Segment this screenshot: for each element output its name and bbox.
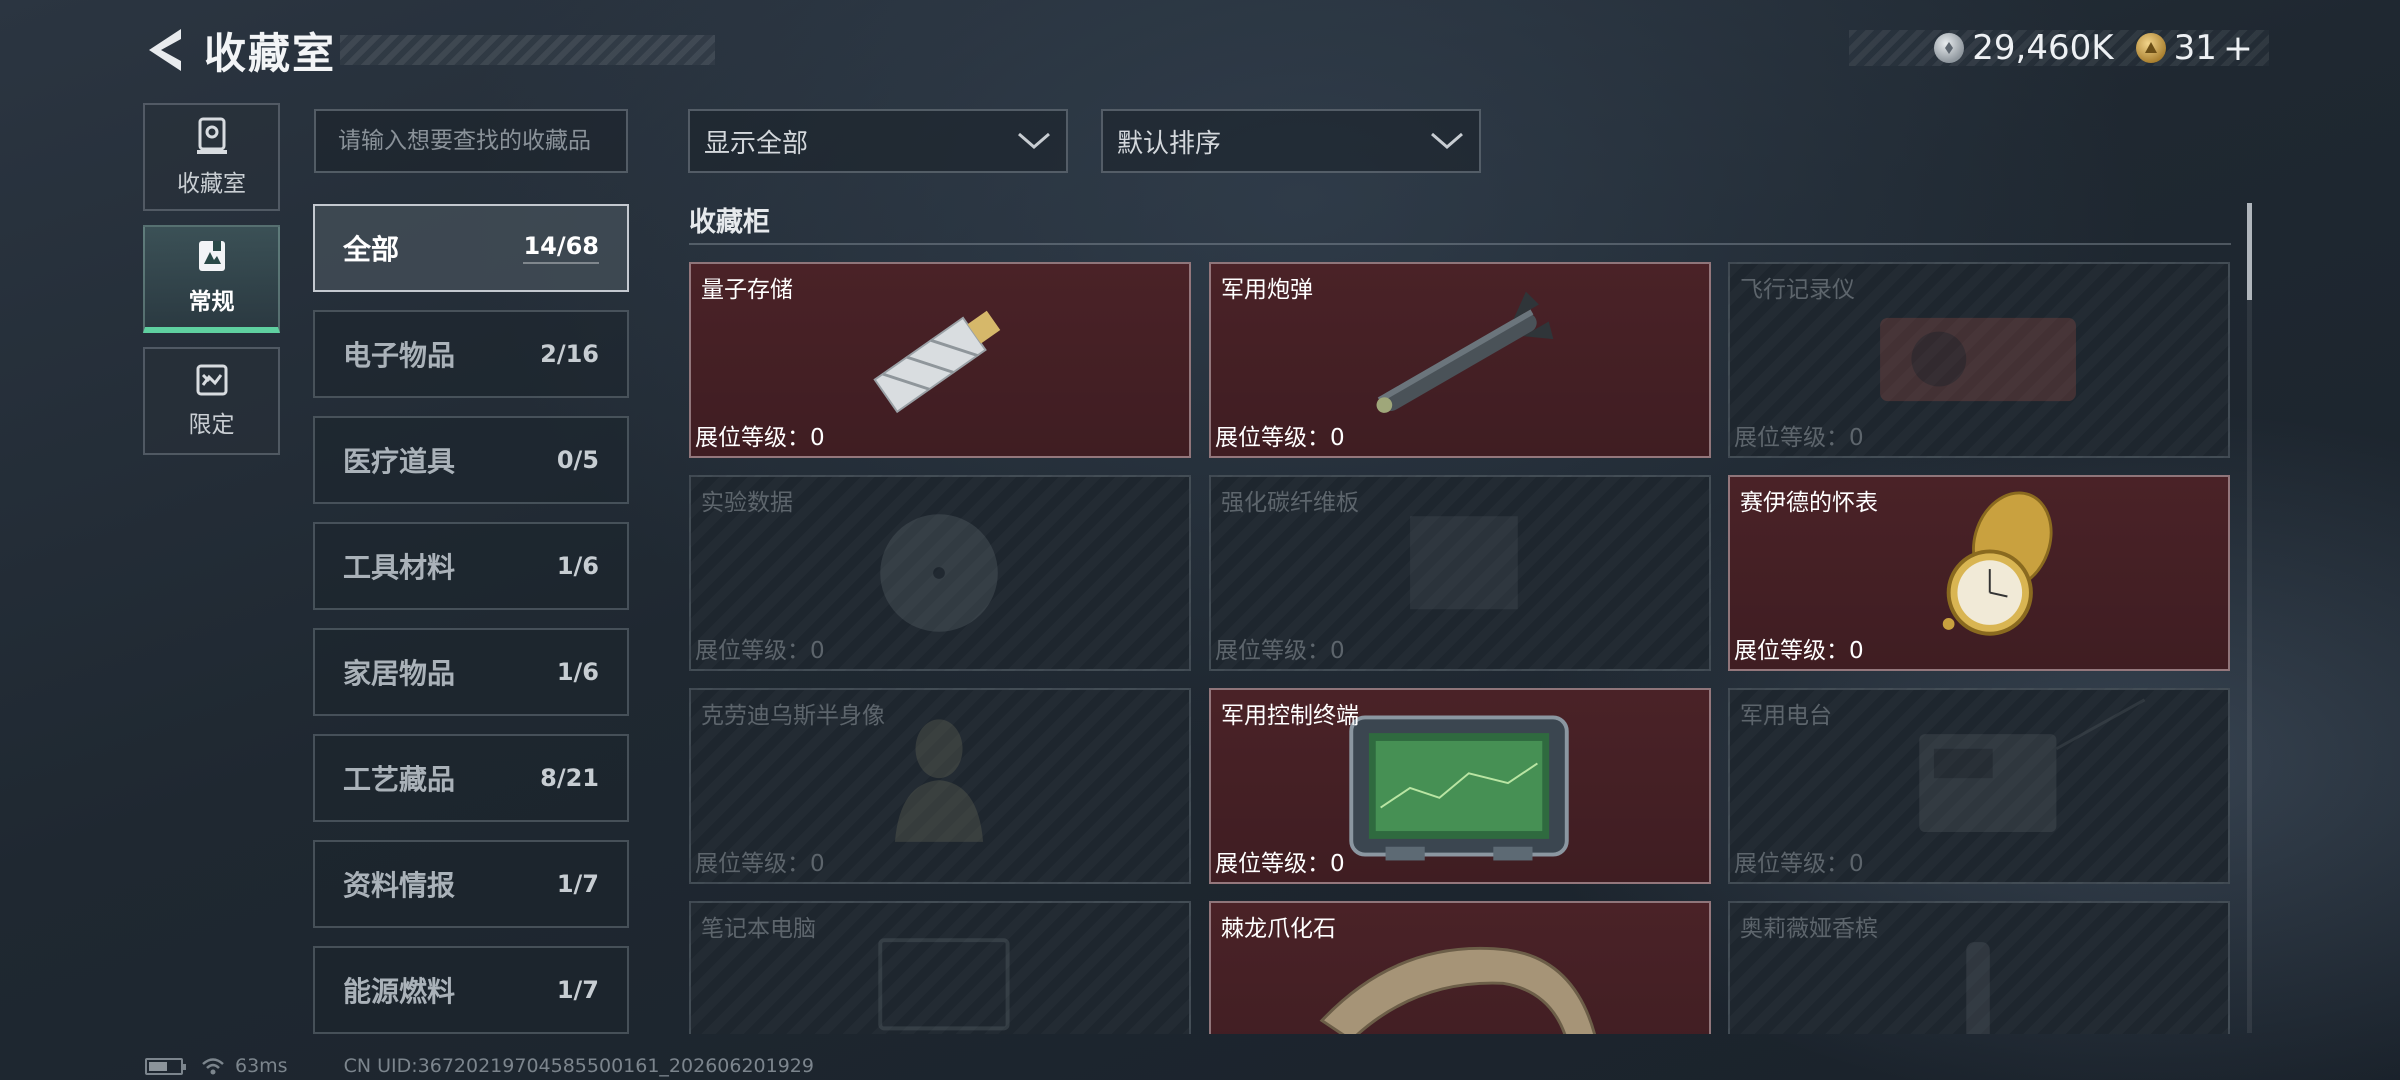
- category-name: 工艺藏品: [343, 763, 456, 796]
- category-count: 14/68: [523, 232, 599, 264]
- item-name: 军用电台: [1740, 703, 1832, 729]
- category-name: 电子物品: [343, 339, 456, 372]
- back-button[interactable]: [140, 20, 190, 80]
- collection-item-experiment-data[interactable]: 实验数据 展位等级：0: [689, 475, 1191, 671]
- category-list: 全部 14/68 电子物品 2/16 医疗道具 0/5 工具材料 1/6 家居物…: [313, 204, 629, 1052]
- nav-tab-collection-room[interactable]: 收藏室: [143, 103, 280, 211]
- currency-bar: 29,460K 31 +: [1849, 28, 2269, 69]
- sort-dropdown[interactable]: 默认排序: [1101, 109, 1481, 173]
- scrollbar-thumb[interactable]: [2247, 203, 2252, 300]
- nav-label: 限定: [188, 412, 235, 438]
- ping-value: 63ms: [235, 1055, 288, 1077]
- silver-coin-icon: [1934, 33, 1965, 63]
- category-count: 1/6: [556, 658, 599, 686]
- category-intel[interactable]: 资料情报 1/7: [313, 840, 629, 928]
- collection-item-pocket-watch[interactable]: 赛伊德的怀表 展位等级：0: [1728, 475, 2230, 671]
- collection-grid: 量子存储 展位等级：0 军用炮弹 展位等级：0 飞行记录仪 展位等级：0 实验数…: [689, 262, 2230, 1034]
- uid-text: CN UID:3672021970458550​0161_20260620192…: [343, 1055, 814, 1077]
- status-footer: 63ms CN UID:3672021970458550​0161_202606…: [145, 1054, 814, 1078]
- category-count: 8/21: [540, 764, 599, 792]
- category-electronics[interactable]: 电子物品 2/16: [313, 310, 629, 398]
- category-count: 1/7: [556, 976, 599, 1004]
- chevron-down-icon: [1431, 132, 1463, 149]
- item-level: 展位等级：0: [695, 425, 825, 451]
- section-divider: [689, 243, 2231, 245]
- gold-value: 31: [2173, 28, 2217, 68]
- item-level: 展位等级：0: [1734, 638, 1864, 664]
- category-name: 医疗道具: [343, 445, 456, 478]
- silver-value: 29,460K: [1972, 28, 2114, 68]
- add-currency-button[interactable]: +: [2223, 28, 2253, 69]
- item-name: 实验数据: [701, 490, 793, 516]
- item-level: 展位等级：0: [1215, 638, 1345, 664]
- category-tools[interactable]: 工具材料 1/6: [313, 522, 629, 610]
- collection-item-quantum-storage[interactable]: 量子存储 展位等级：0: [689, 262, 1191, 458]
- limited-icon: [196, 364, 227, 396]
- regular-icon: [198, 241, 225, 271]
- collection-room-icon: [196, 117, 227, 154]
- item-level: 展位等级：0: [695, 851, 825, 877]
- item-level: 展位等级：0: [1734, 851, 1864, 877]
- battery-icon: [145, 1057, 186, 1075]
- item-name: 奥莉薇娅香槟: [1740, 916, 1878, 942]
- item-name: 棘龙爪化石: [1221, 916, 1336, 942]
- back-arrow-icon: [149, 29, 181, 71]
- item-level: 展位等级：0: [1734, 425, 1864, 451]
- item-level: 展位等级：0: [695, 638, 825, 664]
- search-box[interactable]: [314, 109, 628, 173]
- header: 收藏室: [140, 20, 715, 80]
- nav-label: 收藏室: [177, 171, 246, 197]
- item-name: 强化碳纤维板: [1221, 490, 1359, 516]
- collection-item-flight-recorder[interactable]: 飞行记录仪 展位等级：0: [1728, 262, 2230, 458]
- collection-item-claudius-bust[interactable]: 克劳迪乌斯半身像 展位等级：0: [689, 688, 1191, 884]
- item-name: 量子存储: [701, 277, 793, 303]
- left-nav: 收藏室 常规 限定: [143, 103, 280, 469]
- collection-item-carbon-fiber-plate[interactable]: 强化碳纤维板 展位等级：0: [1209, 475, 1711, 671]
- collection-item-military-shell[interactable]: 军用炮弹 展位等级：0: [1209, 262, 1711, 458]
- item-name: 赛伊德的怀表: [1740, 490, 1878, 516]
- sort-value: 默认排序: [1117, 128, 1222, 159]
- display-filter-dropdown[interactable]: 显示全部: [688, 109, 1068, 173]
- nav-tab-regular[interactable]: 常规: [143, 225, 280, 333]
- category-count: 0/5: [556, 446, 599, 474]
- collection-item-military-radio[interactable]: 军用电台 展位等级：0: [1728, 688, 2230, 884]
- collection-item-laptop[interactable]: 笔记本电脑: [689, 901, 1191, 1034]
- item-name: 军用控制终端: [1221, 703, 1359, 729]
- item-name: 克劳迪乌斯半身像: [701, 703, 885, 729]
- category-count: 1/6: [556, 552, 599, 580]
- collection-item-military-terminal[interactable]: 军用控制终端 展位等级：0: [1209, 688, 1711, 884]
- category-energy[interactable]: 能源燃料 1/7: [313, 946, 629, 1034]
- category-count: 1/7: [556, 870, 599, 898]
- category-crafts[interactable]: 工艺藏品 8/21: [313, 734, 629, 822]
- category-name: 工具材料: [343, 551, 456, 584]
- category-name: 全部: [343, 233, 400, 266]
- chevron-down-icon: [1018, 132, 1050, 149]
- category-household[interactable]: 家居物品 1/6: [313, 628, 629, 716]
- section-title: 收藏柜: [689, 207, 770, 238]
- search-input[interactable]: [338, 128, 604, 154]
- item-level: 展位等级：0: [1215, 425, 1345, 451]
- item-name: 军用炮弹: [1221, 277, 1313, 303]
- currency-silver: 29,460K: [1934, 28, 2114, 68]
- wifi-icon: [202, 1058, 224, 1075]
- scrollbar-track: [2247, 203, 2252, 1033]
- item-name: 飞行记录仪: [1740, 277, 1855, 303]
- display-filter-value: 显示全部: [704, 128, 809, 159]
- nav-tab-limited[interactable]: 限定: [143, 347, 280, 455]
- category-name: 资料情报: [343, 869, 456, 902]
- item-name: 笔记本电脑: [701, 916, 816, 942]
- collection-item-claw-fossil[interactable]: 棘龙爪化石: [1209, 901, 1711, 1034]
- category-all[interactable]: 全部 14/68: [313, 204, 629, 292]
- category-medical[interactable]: 医疗道具 0/5: [313, 416, 629, 504]
- category-name: 家居物品: [343, 657, 456, 690]
- collection-item-olivia-champagne[interactable]: 奥莉薇娅香槟: [1728, 901, 2230, 1034]
- page-title: 收藏室: [204, 28, 337, 78]
- item-level: 展位等级：0: [1215, 851, 1345, 877]
- category-count: 2/16: [540, 340, 599, 368]
- title-decoration: [340, 35, 715, 65]
- nav-label: 常规: [188, 289, 235, 315]
- gold-triangle-icon: [2135, 33, 2166, 63]
- category-name: 能源燃料: [343, 975, 456, 1008]
- currency-gold: 31 +: [2135, 28, 2253, 69]
